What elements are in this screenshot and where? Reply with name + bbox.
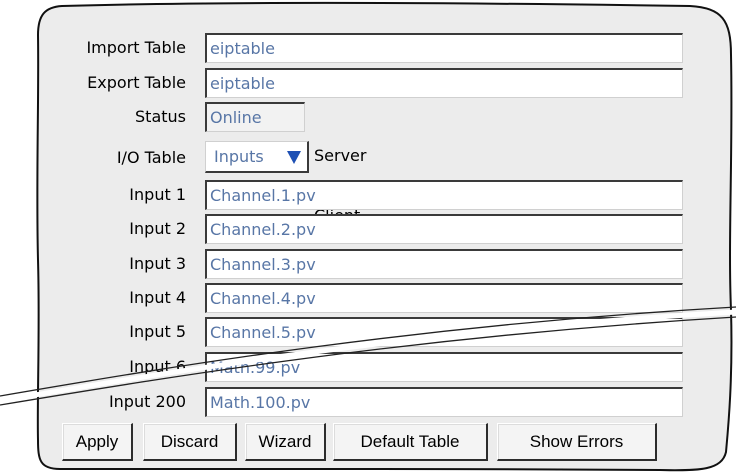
discard-button[interactable]: Discard: [143, 423, 237, 461]
input-label: Input 5: [129, 322, 186, 341]
wizard-button[interactable]: Wizard: [245, 423, 326, 461]
input-label: Input 3: [129, 254, 186, 273]
input-label: Input 200: [108, 392, 186, 411]
input-field[interactable]: Channel.5.pv: [205, 317, 683, 347]
import-table-field[interactable]: eiptable: [205, 33, 683, 63]
input-field[interactable]: Channel.4.pv: [205, 283, 683, 313]
apply-button[interactable]: Apply: [62, 423, 133, 461]
input-label: Input 2: [129, 219, 186, 238]
status-value: Online: [205, 102, 305, 132]
triangle-down-icon[interactable]: [287, 151, 301, 164]
io-table-label: I/O Table: [116, 148, 186, 167]
input-label: Input 1: [129, 185, 186, 204]
export-table-label: Export Table: [87, 73, 186, 92]
input-field[interactable]: Channel.1.pv: [205, 180, 683, 210]
input-field[interactable]: Channel.2.pv: [205, 214, 683, 244]
input-label: Input 4: [129, 288, 186, 307]
show-errors-button[interactable]: Show Errors: [497, 423, 657, 461]
input-field[interactable]: Math.100.pv: [205, 387, 683, 417]
default-table-button[interactable]: Default Table: [333, 423, 488, 461]
status-label: Status: [135, 107, 186, 126]
input-field[interactable]: Math.99.pv: [205, 352, 683, 382]
io-table-selected: Inputs: [214, 147, 264, 166]
export-table-field[interactable]: eiptable: [205, 68, 683, 98]
input-field[interactable]: Channel.3.pv: [205, 249, 683, 279]
input-label: Input 6: [129, 357, 186, 376]
io-table-dropdown[interactable]: Inputs: [205, 141, 309, 173]
import-table-label: Import Table: [86, 38, 186, 57]
